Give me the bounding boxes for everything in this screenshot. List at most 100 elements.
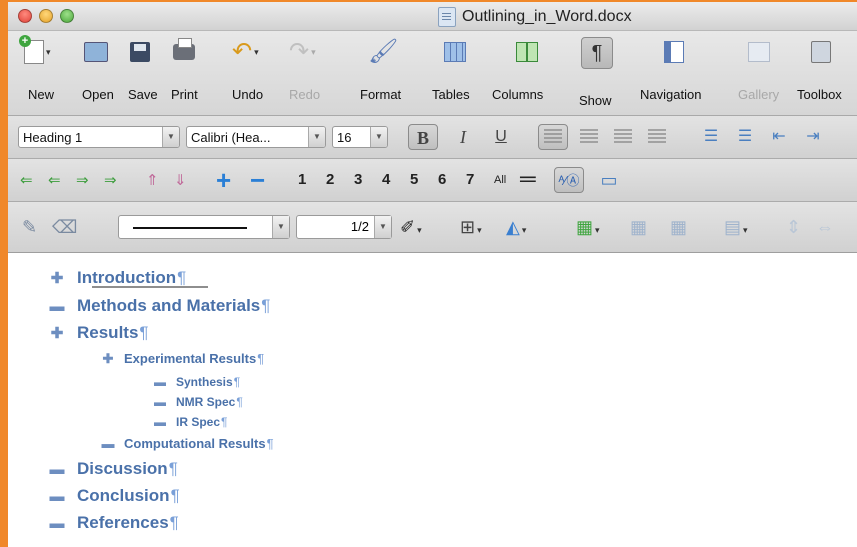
line-style-select[interactable]: ▼: [118, 215, 290, 239]
expand-plus-icon[interactable]: ✚: [101, 351, 115, 367]
demote-to-body-icon[interactable]: ⇒: [104, 171, 117, 189]
italic-button[interactable]: I: [448, 124, 478, 150]
expand-plus-icon[interactable]: ✚: [48, 269, 66, 287]
show-level-6-button[interactable]: 6: [438, 171, 446, 188]
format-brush-icon: 🖌: [368, 38, 399, 65]
outline-heading-discussion[interactable]: ▬ Discussion ¶: [48, 459, 178, 479]
shading-icon[interactable]: ◭ ▾: [506, 215, 526, 242]
no-subtext-minus-icon[interactable]: ▬: [154, 395, 166, 409]
no-subtext-minus-icon[interactable]: ▬: [154, 375, 166, 389]
collapse-icon[interactable]: −: [250, 167, 265, 193]
redo-button[interactable]: ↷ ▾ Redo: [289, 37, 320, 102]
navigation-button[interactable]: Navigation: [640, 37, 701, 102]
outline-heading-introduction[interactable]: ✚ Introduction ¶: [48, 268, 187, 288]
line-weight-select[interactable]: 1/2 ▼: [296, 215, 392, 239]
no-subtext-minus-icon[interactable]: ▬: [154, 415, 166, 429]
bulleted-list-icon[interactable]: ☰: [730, 124, 760, 150]
save-button[interactable]: Save: [128, 37, 158, 102]
merge-cells-icon[interactable]: ▦: [630, 215, 647, 239]
window-controls: [18, 9, 74, 23]
print-button[interactable]: Print: [171, 37, 198, 102]
zoom-window-button[interactable]: [60, 9, 74, 23]
increase-indent-icon[interactable]: ⇥: [798, 124, 828, 150]
pen-color-icon[interactable]: ✐ ▾: [400, 215, 422, 242]
no-subtext-minus-icon[interactable]: ▬: [48, 298, 66, 315]
outline-text: Conclusion: [77, 486, 170, 505]
pilcrow-mark: ¶: [261, 296, 271, 315]
no-subtext-minus-icon[interactable]: ▬: [48, 488, 66, 505]
new-button[interactable]: + ▾ New: [19, 35, 54, 102]
pilcrow-mark: ¶: [236, 395, 243, 409]
close-window-button[interactable]: [18, 9, 32, 23]
demote-icon[interactable]: ⇒: [76, 171, 89, 189]
master-document-icon[interactable]: ▭: [594, 167, 624, 193]
move-down-icon[interactable]: ⇓: [174, 171, 187, 189]
numbered-list-icon[interactable]: ☰: [696, 124, 726, 150]
cell-align-icon[interactable]: ▤ ▾: [724, 215, 748, 242]
outline-heading-ir-spec[interactable]: ▬ IR Spec ¶: [154, 415, 227, 429]
align-center-icon[interactable]: [580, 129, 598, 145]
no-subtext-minus-icon[interactable]: ▬: [48, 461, 66, 478]
show-level-1-button[interactable]: 1: [298, 171, 306, 188]
outline-heading-nmr-spec[interactable]: ▬ NMR Spec ¶: [154, 395, 243, 409]
split-cells-icon[interactable]: ▦: [670, 215, 687, 239]
promote-to-heading1-icon[interactable]: ⇐: [20, 171, 33, 189]
no-subtext-minus-icon[interactable]: ▬: [101, 436, 115, 451]
draw-table-icon[interactable]: ✎: [22, 215, 37, 239]
style-select[interactable]: Heading 1 ▼: [18, 126, 180, 148]
table-icon: [444, 37, 466, 67]
show-all-levels-button[interactable]: All: [494, 174, 506, 186]
justify-icon[interactable]: [648, 129, 666, 145]
first-line-only-icon[interactable]: ═: [520, 166, 536, 192]
pilcrow-mark: ¶: [221, 415, 228, 429]
eraser-icon[interactable]: ⌫: [52, 215, 77, 239]
tables-button[interactable]: Tables: [432, 37, 470, 102]
cursor-underline: [92, 286, 208, 288]
new-document-icon: + ▾: [19, 35, 51, 67]
outline-heading-results[interactable]: ✚ Results ¶: [48, 323, 149, 343]
align-left-button[interactable]: [538, 124, 568, 150]
open-button[interactable]: Open: [82, 37, 114, 102]
line-style-preview: [133, 227, 247, 229]
undo-button[interactable]: ↶ ▾ Undo: [232, 37, 263, 102]
borders-icon[interactable]: ⊞ ▾: [460, 215, 482, 242]
font-size-select[interactable]: 16 ▼: [332, 126, 388, 148]
toolbox-button[interactable]: Toolbox: [797, 37, 842, 102]
show-button[interactable]: ¶ Show: [579, 37, 613, 108]
outline-text: Synthesis: [176, 375, 233, 389]
outline-heading-conclusion[interactable]: ▬ Conclusion ¶: [48, 486, 180, 506]
distribute-columns-icon[interactable]: ⇔: [816, 215, 834, 239]
gallery-button[interactable]: Gallery: [738, 37, 779, 102]
promote-icon[interactable]: ⇐: [48, 171, 61, 189]
outline-heading-methods[interactable]: ▬ Methods and Materials ¶: [48, 296, 271, 316]
no-subtext-minus-icon[interactable]: ▬: [48, 515, 66, 532]
show-level-5-button[interactable]: 5: [410, 171, 418, 188]
columns-icon: [516, 37, 538, 67]
expand-icon[interactable]: +: [216, 167, 231, 193]
show-level-7-button[interactable]: 7: [466, 171, 474, 188]
show-level-4-button[interactable]: 4: [382, 171, 390, 188]
underline-button[interactable]: U: [486, 124, 516, 150]
title-bar[interactable]: Outlining_in_Word.docx: [8, 2, 857, 31]
bold-button[interactable]: B: [408, 124, 438, 150]
font-select[interactable]: Calibri (Hea... ▼: [186, 126, 326, 148]
decrease-indent-icon[interactable]: ⇤: [764, 124, 794, 150]
distribute-rows-icon[interactable]: ⇕: [786, 215, 801, 239]
show-formatting-button[interactable]: ᴬ⁄Ⓐ: [554, 167, 584, 193]
outline-heading-computational-results[interactable]: ▬ Computational Results ¶: [101, 436, 274, 451]
outline-heading-synthesis[interactable]: ▬ Synthesis ¶: [154, 375, 240, 389]
move-up-icon[interactable]: ⇑: [146, 171, 159, 189]
outline-text: Introduction: [77, 268, 177, 287]
outline-heading-experimental-results[interactable]: ✚ Experimental Results ¶: [101, 351, 265, 367]
insert-table-icon[interactable]: ▦ ▾: [576, 215, 600, 242]
line-weight-value: 1/2: [350, 219, 369, 234]
format-button[interactable]: 🖌 Format: [360, 37, 401, 102]
columns-button[interactable]: Columns: [492, 37, 543, 102]
minimize-window-button[interactable]: [39, 9, 53, 23]
save-icon: [130, 37, 150, 67]
outline-heading-references[interactable]: ▬ References ¶: [48, 513, 179, 533]
expand-plus-icon[interactable]: ✚: [48, 324, 66, 342]
align-right-icon[interactable]: [614, 129, 632, 145]
show-level-3-button[interactable]: 3: [354, 171, 362, 188]
show-level-2-button[interactable]: 2: [326, 171, 334, 188]
